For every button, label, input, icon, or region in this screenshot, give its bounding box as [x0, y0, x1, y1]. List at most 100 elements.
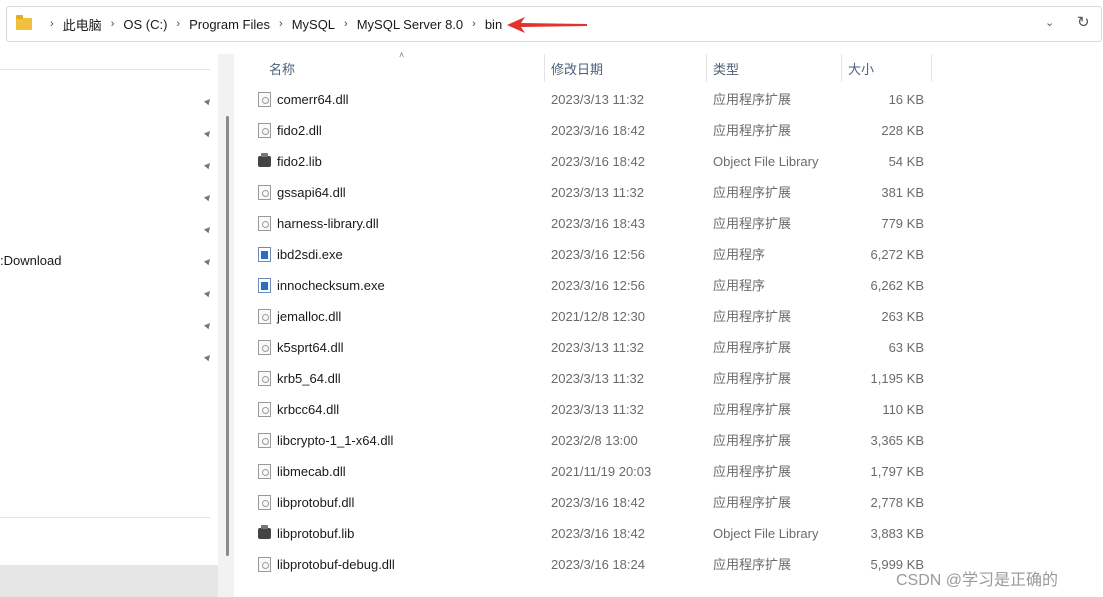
file-dll-icon	[258, 216, 271, 231]
file-row[interactable]: comerr64.dll 2023/3/13 11:32 应用程序扩展 16 KB	[250, 84, 950, 115]
pin-icon[interactable]: ▲	[201, 350, 216, 365]
scrollbar-thumb[interactable]	[226, 116, 229, 556]
breadcrumb-os-c[interactable]: OS (C:)	[123, 17, 167, 32]
file-size: 110 KB	[882, 402, 924, 417]
file-exe-icon	[258, 247, 271, 262]
file-name: libcrypto-1_1-x64.dll	[277, 433, 394, 448]
address-bar[interactable]: › 此电脑 › OS (C:) › Program Files › MySQL …	[6, 6, 1102, 42]
file-row[interactable]: fido2.dll 2023/3/16 18:42 应用程序扩展 228 KB	[250, 115, 950, 146]
file-row[interactable]: k5sprt64.dll 2023/3/13 11:32 应用程序扩展 63 KB	[250, 332, 950, 363]
file-name: innochecksum.exe	[277, 278, 385, 293]
breadcrumb-bin[interactable]: bin	[485, 17, 502, 32]
column-divider[interactable]	[544, 54, 545, 82]
pin-icon[interactable]: ▲	[201, 158, 216, 173]
column-header-type[interactable]: 类型	[713, 54, 739, 82]
file-name: comerr64.dll	[277, 92, 349, 107]
column-header-size[interactable]: 大小	[848, 54, 874, 82]
chevron-right-icon[interactable]: ›	[279, 18, 283, 30]
breadcrumb-this-pc[interactable]: 此电脑	[63, 15, 102, 34]
file-row[interactable]: libmecab.dll 2021/11/19 20:03 应用程序扩展 1,797 …	[250, 456, 950, 487]
file-row[interactable]: gssapi64.dll 2023/3/13 11:32 应用程序扩展 381 KB	[250, 177, 950, 208]
quick-access-download[interactable]: :Download	[0, 253, 61, 268]
file-modified-date: 2023/3/13 11:32	[551, 402, 645, 417]
divider	[0, 517, 210, 518]
file-type: 应用程序扩展	[713, 402, 792, 417]
file-modified-date: 2021/11/19 20:03	[551, 464, 652, 479]
file-type: 应用程序扩展	[713, 495, 792, 510]
file-row[interactable]: krb5_64.dll 2023/3/13 11:32 应用程序扩展 1,195 KB	[250, 363, 950, 394]
column-header-date[interactable]: 修改日期	[551, 54, 603, 82]
pin-icon[interactable]: ▲	[201, 222, 216, 237]
file-exe-icon	[258, 278, 271, 293]
file-row[interactable]: harness-library.dll 2023/3/16 18:43 应用程序扩展…	[250, 208, 950, 239]
breadcrumb-mysql[interactable]: MySQL	[292, 17, 335, 32]
pin-icon[interactable]: ▲	[201, 318, 216, 333]
file-modified-date: 2023/3/16 18:42	[551, 495, 645, 510]
chevron-down-icon[interactable]: ⌄	[1045, 16, 1054, 29]
file-size: 3,365 KB	[870, 433, 925, 448]
file-modified-date: 2023/3/13 11:32	[551, 371, 645, 386]
file-row[interactable]: innochecksum.exe 2023/3/16 12:56 应用程序 6,262…	[250, 270, 950, 301]
file-row[interactable]: libprotobuf-debug.dll 2023/3/16 18:24 应用程序…	[250, 549, 950, 580]
file-dll-icon	[258, 402, 271, 417]
file-modified-date: 2021/12/8 12:30	[551, 309, 645, 324]
file-size: 2,778 KB	[870, 495, 925, 510]
breadcrumb-program-files[interactable]: Program Files	[189, 17, 270, 32]
folder-icon	[16, 15, 32, 30]
file-size: 1,797 KB	[870, 464, 925, 479]
pin-icon[interactable]: ▲	[201, 94, 216, 109]
file-modified-date: 2023/3/16 12:56	[551, 247, 645, 262]
file-dll-icon	[258, 185, 271, 200]
file-type: 应用程序扩展	[713, 557, 792, 572]
navigation-pane: ▲ ▲ ▲ ▲ ▲ ▲ ▲ ▲ ▲ :Download	[0, 54, 218, 597]
file-modified-date: 2023/3/13 11:32	[551, 340, 645, 355]
file-modified-date: 2023/3/13 11:32	[551, 185, 645, 200]
file-dll-icon	[258, 495, 271, 510]
pin-icon[interactable]: ▲	[201, 126, 216, 141]
file-modified-date: 2023/3/16 18:24	[551, 557, 645, 572]
file-type: 应用程序扩展	[713, 464, 792, 479]
file-name: jemalloc.dll	[277, 309, 342, 324]
chevron-right-icon[interactable]: ›	[111, 18, 115, 30]
file-size: 54 KB	[888, 154, 924, 169]
file-size: 6,262 KB	[870, 278, 925, 293]
pin-icon[interactable]: ▲	[201, 254, 216, 269]
column-header-name[interactable]: 名称	[269, 54, 295, 82]
pin-icon[interactable]: ▲	[201, 286, 216, 301]
chevron-right-icon[interactable]: ›	[344, 18, 348, 30]
breadcrumb-mysql-server[interactable]: MySQL Server 8.0	[357, 17, 463, 32]
file-name: krbcc64.dll	[277, 402, 340, 417]
file-modified-date: 2023/2/8 13:00	[551, 433, 638, 448]
file-name: harness-library.dll	[277, 216, 379, 231]
file-row[interactable]: jemalloc.dll 2021/12/8 12:30 应用程序扩展 263 KB	[250, 301, 950, 332]
nav-selected-item[interactable]	[0, 565, 218, 597]
file-dll-icon	[258, 309, 271, 324]
file-name: libprotobuf.lib	[277, 526, 355, 541]
file-dll-icon	[258, 557, 271, 572]
refresh-icon[interactable]: ↻	[1077, 13, 1090, 31]
file-size: 228 KB	[881, 123, 924, 138]
column-divider[interactable]	[841, 54, 842, 82]
nav-scrollbar[interactable]	[218, 54, 234, 597]
chevron-right-icon[interactable]: ›	[176, 18, 180, 30]
file-row[interactable]: libprotobuf.dll 2023/3/16 18:42 应用程序扩展 2,77…	[250, 487, 950, 518]
file-type: 应用程序	[713, 278, 766, 293]
chevron-right-icon[interactable]: ›	[472, 18, 476, 30]
file-lib-icon	[258, 525, 271, 539]
column-divider[interactable]	[706, 54, 707, 82]
file-row[interactable]: krbcc64.dll 2023/3/13 11:32 应用程序扩展 110 KB	[250, 394, 950, 425]
file-row[interactable]: ibd2sdi.exe 2023/3/16 12:56 应用程序 6,272 KB	[250, 239, 950, 270]
column-divider[interactable]	[931, 54, 932, 82]
file-type: 应用程序	[713, 247, 766, 262]
file-size: 63 KB	[888, 340, 924, 355]
file-name: gssapi64.dll	[277, 185, 346, 200]
file-name: ibd2sdi.exe	[277, 247, 343, 262]
file-name: libprotobuf.dll	[277, 495, 355, 510]
pin-icon[interactable]: ▲	[201, 190, 216, 205]
file-size: 779 KB	[881, 216, 924, 231]
file-row[interactable]: libprotobuf.lib 2023/3/16 18:42 Object Fil…	[250, 518, 950, 549]
file-type: Object File Library	[713, 154, 819, 169]
file-row[interactable]: fido2.lib 2023/3/16 18:42 Object File Libr…	[250, 146, 950, 177]
file-row[interactable]: libcrypto-1_1-x64.dll 2023/2/8 13:00 应用程序扩…	[250, 425, 950, 456]
chevron-right-icon[interactable]: ›	[50, 18, 54, 30]
